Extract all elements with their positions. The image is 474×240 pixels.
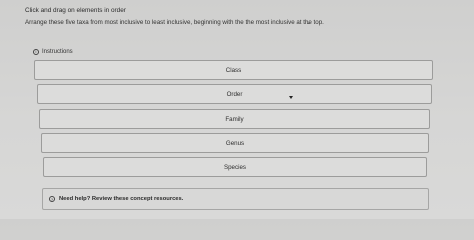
question-icon: ? [49,196,55,202]
text-cursor [307,23,310,24]
drag-item-species[interactable]: Species [43,157,427,177]
info-icon: i [33,49,39,55]
drag-item-label: Class [225,66,242,74]
drag-item-label: Genus [225,139,245,147]
drag-order-list: Class Order Family Genus Species [0,0,474,219]
drag-item-label: Order [226,90,243,98]
drag-item-genus[interactable]: Genus [41,133,429,153]
drag-item-class[interactable]: Class [34,60,433,80]
help-resources-bar[interactable]: ? Need help? Review these concept resour… [42,188,429,210]
instructions-toggle[interactable]: i Instructions [33,49,73,55]
drag-item-label: Species [223,163,246,171]
question-title: Click and drag on elements in order [25,7,126,14]
mouse-pointer-icon [289,96,293,99]
drag-item-label: Family [225,115,244,123]
help-link[interactable]: Need help? Review these concept resource… [59,196,183,202]
drag-item-order[interactable]: Order [37,84,432,104]
question-prompt: Arrange these five taxa from most inclus… [25,19,324,26]
instructions-label: Instructions [42,49,73,55]
drag-item-family[interactable]: Family [39,109,430,129]
